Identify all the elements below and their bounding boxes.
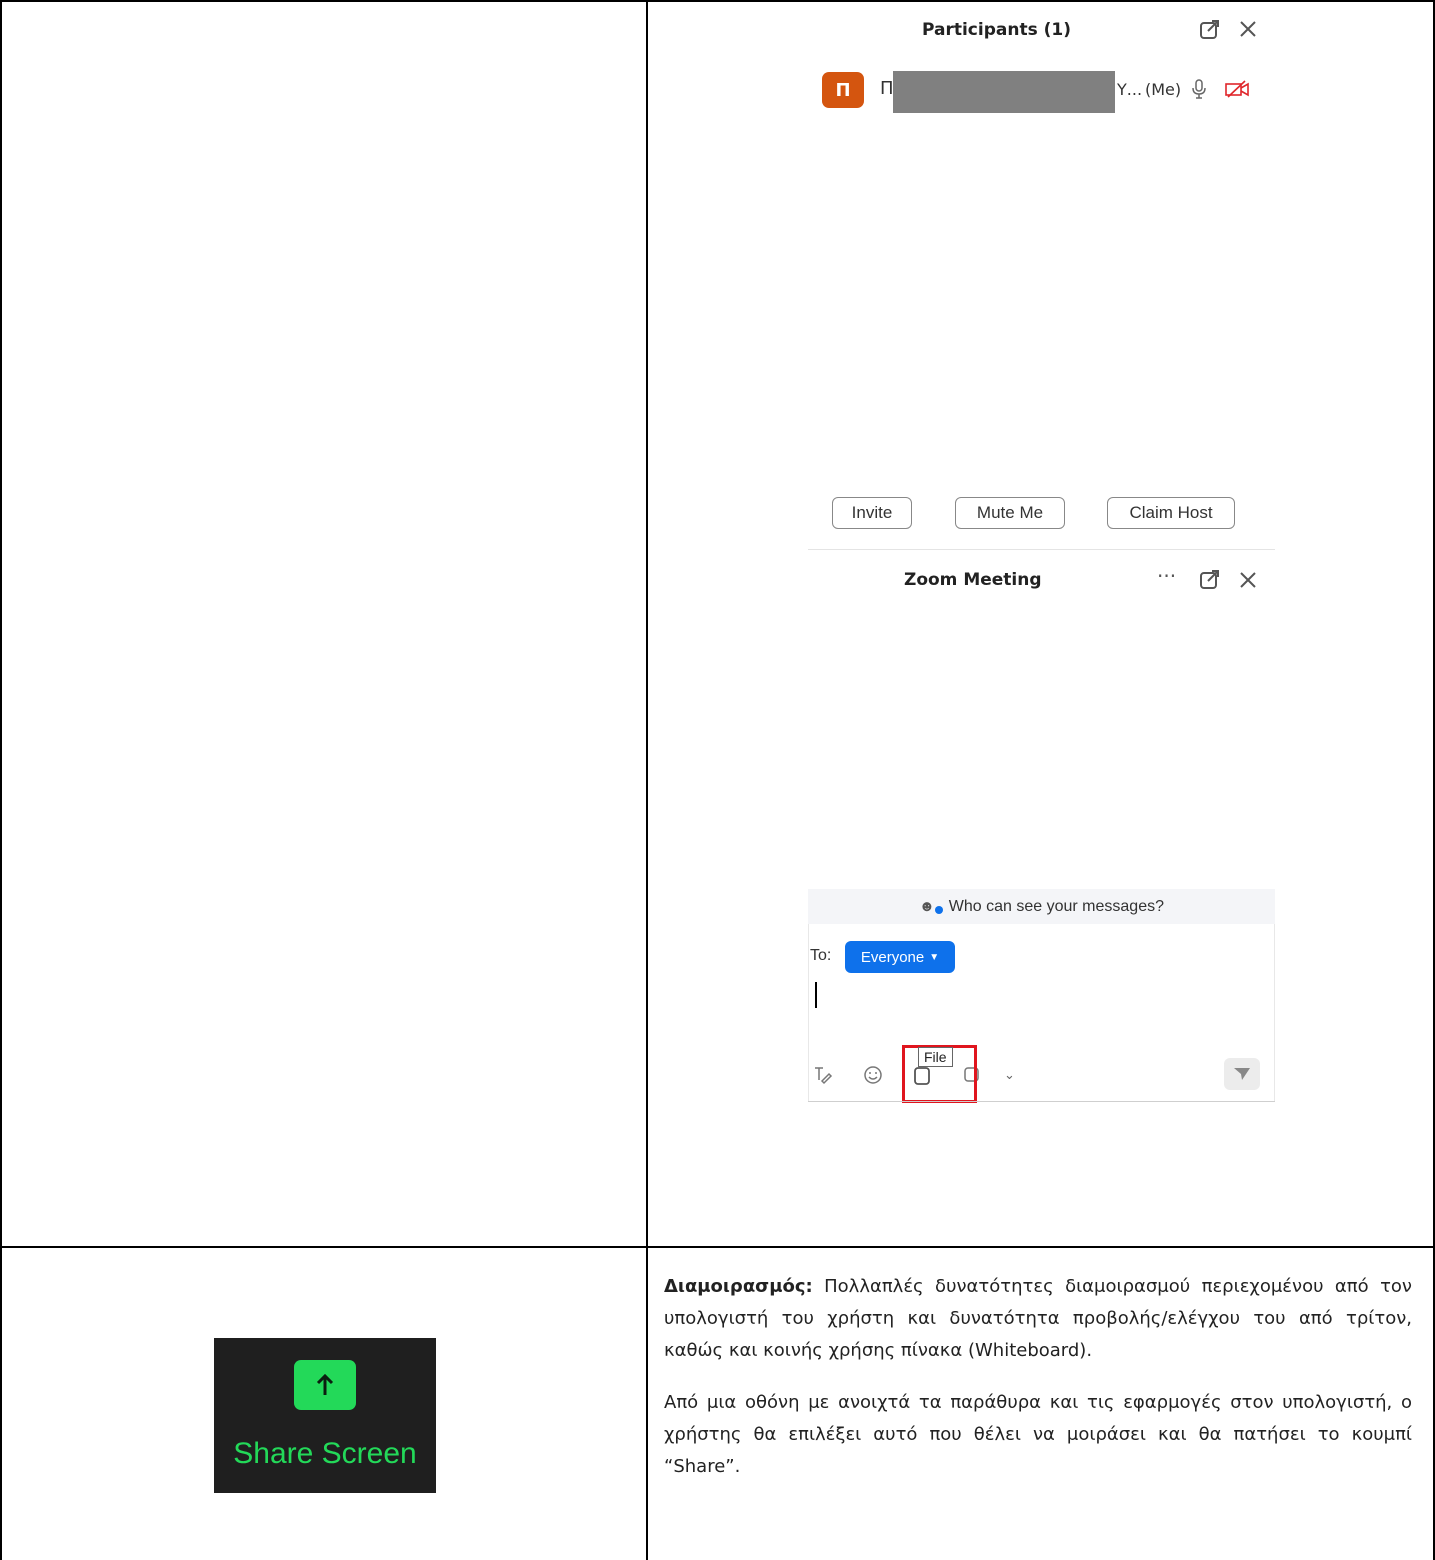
format-text-icon[interactable] [812,1064,834,1091]
message-visibility-text: Who can see your messages? [948,897,1164,915]
table-border-left [0,0,2,1560]
share-screen-button[interactable]: Share Screen [214,1338,436,1493]
me-tag: (Me) [1145,80,1182,99]
participant-name-start: Π [880,78,894,99]
claim-host-button[interactable]: Claim Host [1107,497,1235,529]
description-heading: Διαμοιρασμός: [664,1276,813,1297]
table-row-divider [0,1246,1435,1248]
chat-close-icon[interactable] [1237,569,1259,596]
participants-title: Participants (1) [922,20,1071,40]
share-screen-label: Share Screen [233,1437,417,1470]
user-dot-icon [934,905,943,914]
popout-icon[interactable] [1199,19,1221,46]
text-cursor[interactable] [815,982,817,1008]
description-paragraph-1: Διαμοιρασμός: Πολλαπλές δυνατότητες διαμ… [664,1271,1412,1367]
recipient-value: Everyone [860,948,925,966]
table-border-top [0,0,1435,2]
mute-me-button[interactable]: Mute Me [955,497,1065,529]
chevron-down-icon: ▼ [929,951,940,963]
to-label: To: [810,947,832,964]
description-paragraph-2: Από μια οθόνη με ανοιχτά τα παράθυρα και… [664,1392,1412,1477]
recipient-dropdown[interactable]: Everyone ▼ [845,941,955,973]
upload-arrow-icon [294,1360,356,1410]
avatar: Π [822,72,864,108]
participant-name-end: Υ... [1117,80,1143,99]
invite-button[interactable]: Invite [832,497,912,529]
chat-popout-icon[interactable] [1199,569,1221,596]
chat-frame-bottom [808,1101,1275,1102]
microphone-icon[interactable] [1191,78,1207,105]
more-chevron-icon[interactable]: ⌄ [1004,1068,1015,1083]
file-tooltip: File [918,1047,953,1067]
description-cell: Διαμοιρασμός: Πολλαπλές δυνατότητες διαμ… [664,1271,1412,1503]
message-visibility-bar[interactable]: ☻ Who can see your messages? [808,889,1275,924]
more-options-icon[interactable]: ··· [1157,566,1176,586]
chat-title: Zoom Meeting [904,570,1042,590]
close-icon[interactable] [1237,18,1259,45]
send-icon[interactable] [1224,1058,1260,1090]
user-icon: ☻ [918,898,935,915]
table-column-divider [646,0,648,1560]
video-off-icon[interactable] [1224,79,1250,104]
panel-separator [808,549,1275,550]
emoji-icon[interactable] [862,1064,884,1091]
redacted-name [893,71,1115,113]
